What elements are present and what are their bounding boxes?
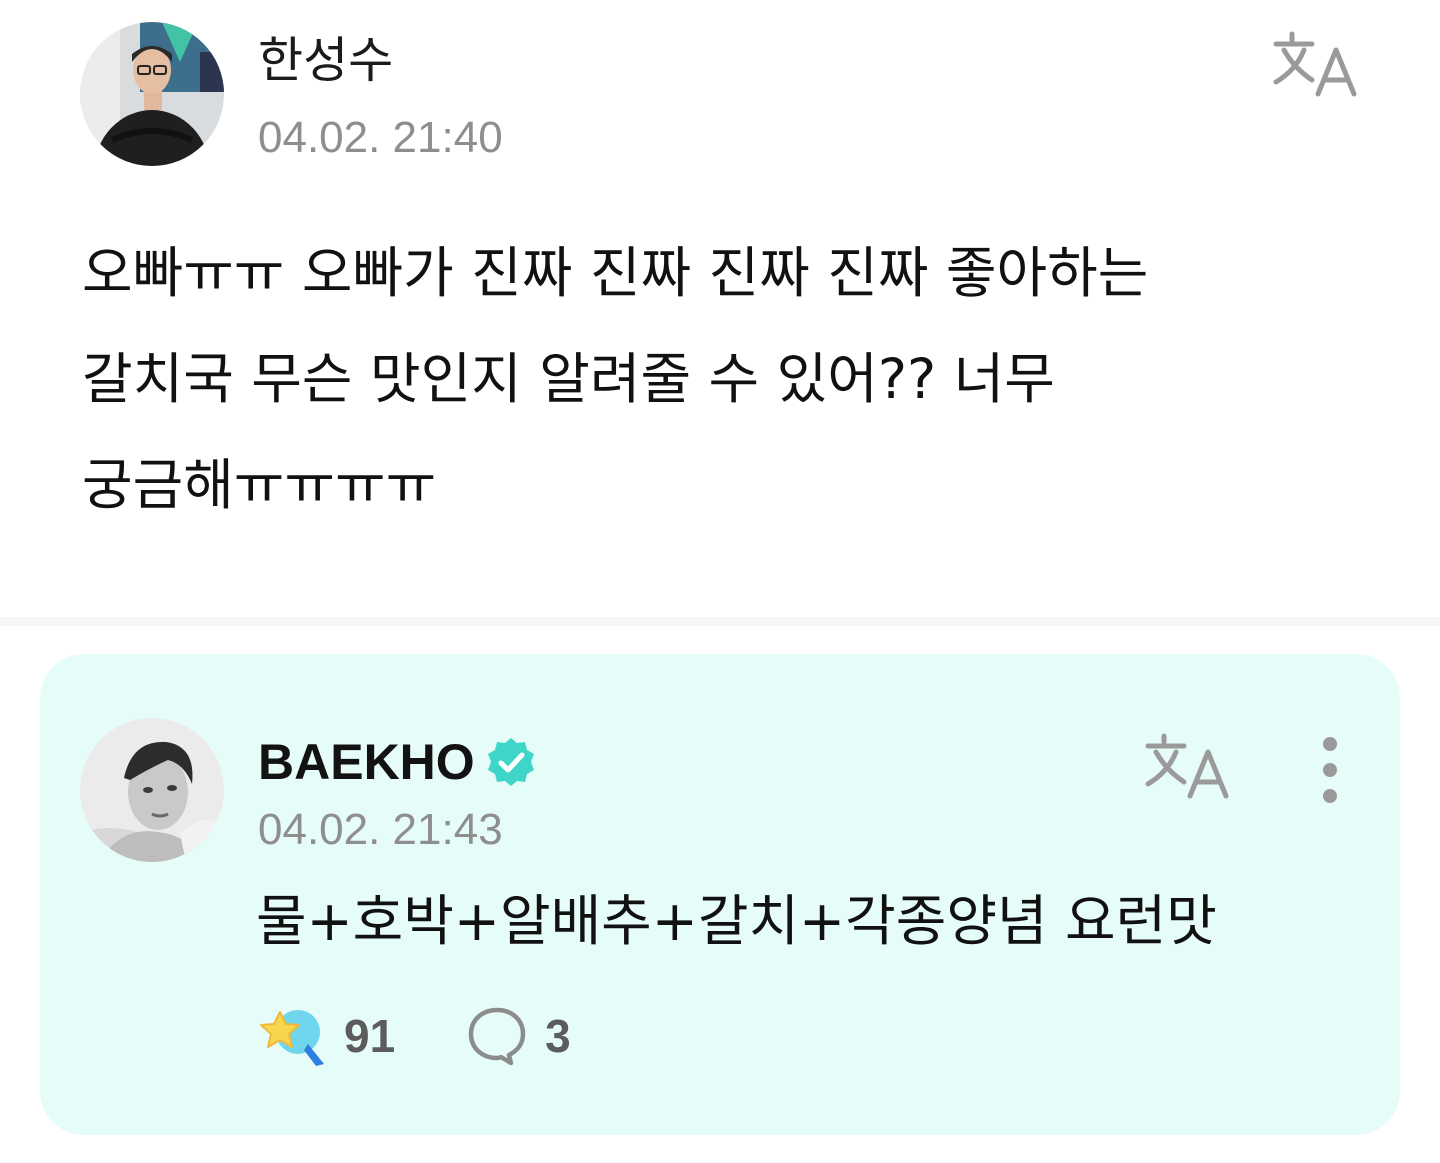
reply-translate-button[interactable] (1144, 730, 1234, 802)
section-divider (0, 617, 1440, 626)
reaction-star-icon (260, 1010, 324, 1066)
post: 한성수 04.02. 21:40 오빠ㅠㅠ 오빠가 진짜 진짜 진짜 진짜 좋아… (0, 0, 1440, 615)
translate-icon (1273, 31, 1357, 97)
post-timestamp: 04.02. 21:40 (258, 113, 503, 162)
post-author-name[interactable]: 한성수 (258, 36, 393, 85)
like-button[interactable]: 91 (258, 1004, 395, 1068)
reply-author-name[interactable]: BAEKHO (258, 737, 475, 787)
artist-reply-card: BAEKHO 04.02. 21:43 물+호박+알배추+갈치+각종양념 요런맛… (40, 654, 1400, 1135)
more-vertical-icon (1323, 737, 1337, 803)
verified-badge-icon (487, 738, 534, 786)
reply-author-avatar[interactable] (80, 718, 224, 862)
comment-bubble-icon (468, 1007, 526, 1066)
post-translate-button[interactable] (1272, 28, 1362, 100)
translate-icon (1145, 733, 1229, 799)
reply-body-text: 물+호박+알배추+갈치+각종양념 요런맛 (256, 889, 1217, 953)
reply-timestamp: 04.02. 21:43 (258, 805, 503, 854)
reply-author-row: BAEKHO (258, 734, 537, 790)
reply-more-button[interactable] (1308, 734, 1352, 806)
reply-stats: 91 3 (258, 1004, 571, 1068)
comment-button[interactable]: 3 (467, 1006, 571, 1066)
like-count: 91 (344, 1010, 396, 1062)
post-body-text: 오빠ㅠㅠ 오빠가 진짜 진짜 진짜 진짜 좋아하는 갈치국 무슨 맛인지 알려줄… (82, 241, 1149, 517)
comment-count: 3 (545, 1010, 571, 1062)
post-author-avatar[interactable] (80, 22, 224, 166)
community-post-page: 한성수 04.02. 21:40 오빠ㅠㅠ 오빠가 진짜 진짜 진짜 진짜 좋아… (0, 0, 1440, 1163)
